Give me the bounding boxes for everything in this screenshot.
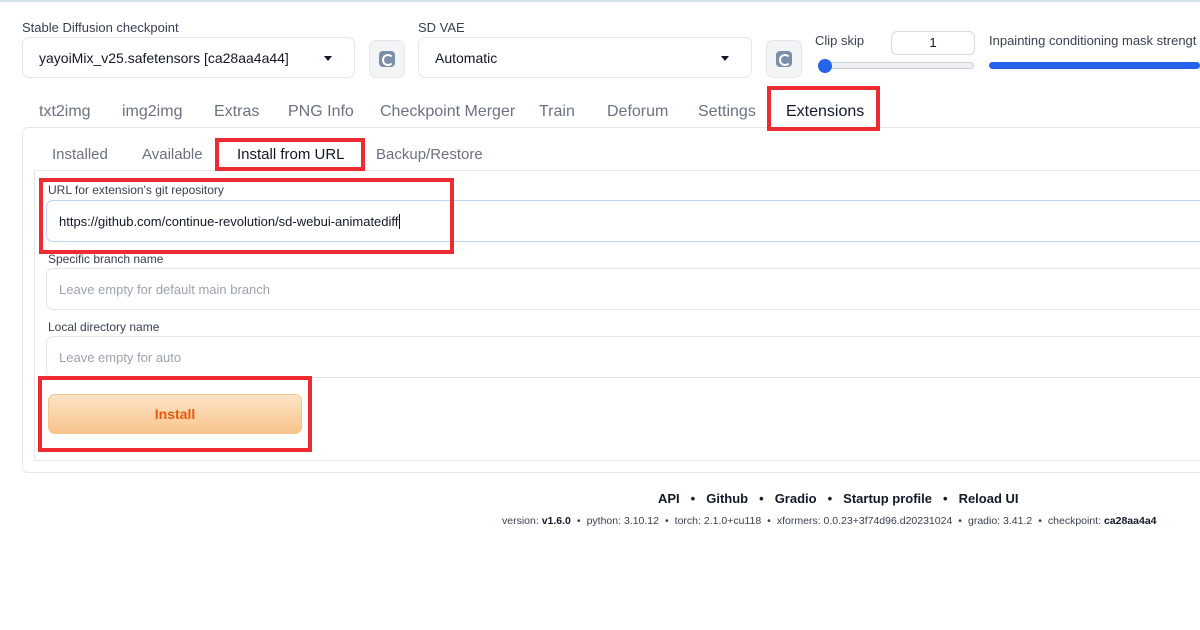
clip-skip-slider[interactable] bbox=[818, 62, 974, 69]
vae-label: SD VAE bbox=[418, 20, 465, 35]
python-version: python: 3.10.12 bbox=[586, 515, 659, 527]
vae-dropdown[interactable]: Automatic bbox=[418, 37, 752, 78]
branch-label: Specific branch name bbox=[48, 252, 164, 266]
dir-placeholder: Leave empty for auto bbox=[59, 350, 182, 365]
xformers-version: xformers: 0.0.23+3f74d96.d20231024 bbox=[776, 515, 953, 527]
footer-links: API • Github • Gradio • Startup profile • Reload… bbox=[658, 491, 1019, 506]
subtab-installed[interactable]: Installed bbox=[52, 146, 108, 163]
highlight-install-button bbox=[38, 376, 312, 452]
footer-link-startup-profile[interactable]: Startup profile bbox=[843, 491, 932, 506]
subtab-backup-restore[interactable]: Backup/Restore bbox=[376, 146, 483, 163]
vae-value: Automatic bbox=[435, 50, 498, 66]
branch-placeholder: Leave empty for default main branch bbox=[59, 282, 271, 297]
footer-link-api[interactable]: API bbox=[658, 491, 680, 506]
torch-version: torch: 2.1.0+cu118 bbox=[674, 515, 762, 527]
dir-label: Local directory name bbox=[48, 320, 160, 334]
subtab-available[interactable]: Available bbox=[142, 146, 203, 163]
tab-settings[interactable]: Settings bbox=[698, 103, 756, 121]
inpaint-mask-slider[interactable] bbox=[989, 62, 1200, 69]
version-value: v1.6.0 bbox=[541, 515, 571, 527]
tab-train[interactable]: Train bbox=[539, 103, 575, 121]
chevron-down-icon bbox=[324, 56, 332, 61]
checkpoint-hash: ca28aa4a4 bbox=[1103, 515, 1157, 527]
highlight-install-from-url bbox=[215, 138, 365, 171]
footer-version-info: version: v1.6.0 • python: 3.10.12 • torch: 2… bbox=[502, 515, 1157, 527]
checkpoint-value: yayoiMix_v25.safetensors [ca28aa4a44] bbox=[39, 50, 289, 66]
branch-input[interactable]: Leave empty for default main branch bbox=[46, 268, 1200, 310]
tab-deforum[interactable]: Deforum bbox=[607, 103, 668, 121]
tab-png-info[interactable]: PNG Info bbox=[288, 103, 354, 121]
footer-link-github[interactable]: Github bbox=[706, 491, 748, 506]
tab-extras[interactable]: Extras bbox=[214, 103, 259, 121]
gradio-version: gradio: 3.41.2 bbox=[967, 515, 1033, 527]
chevron-down-icon bbox=[721, 56, 729, 61]
clip-skip-input[interactable]: 1 bbox=[891, 31, 975, 55]
inpaint-mask-label: Inpainting conditioning mask strengt bbox=[989, 33, 1197, 48]
tab-checkpoint-merger[interactable]: Checkpoint Merger bbox=[380, 103, 515, 121]
checkpoint-dropdown[interactable]: yayoiMix_v25.safetensors [ca28aa4a44] bbox=[22, 37, 355, 78]
refresh-icon bbox=[776, 51, 792, 67]
highlight-extensions-tab bbox=[767, 86, 880, 131]
dir-input[interactable]: Leave empty for auto bbox=[46, 336, 1200, 378]
refresh-vae-button[interactable] bbox=[766, 40, 802, 78]
footer-link-gradio[interactable]: Gradio bbox=[775, 491, 817, 506]
clip-skip-label: Clip skip bbox=[815, 33, 865, 48]
footer-link-reload-ui[interactable]: Reload UI bbox=[959, 491, 1019, 506]
refresh-checkpoint-button[interactable] bbox=[369, 40, 405, 78]
checkpoint-hash-label: checkpoint: bbox=[1047, 515, 1102, 527]
tab-img2img[interactable]: img2img bbox=[122, 103, 182, 121]
checkpoint-label: Stable Diffusion checkpoint bbox=[22, 20, 179, 35]
tab-txt2img[interactable]: txt2img bbox=[39, 103, 91, 121]
version-label: version: bbox=[502, 515, 539, 527]
refresh-icon bbox=[379, 51, 395, 67]
top-border bbox=[0, 0, 1200, 2]
clip-skip-slider-thumb[interactable] bbox=[818, 59, 832, 73]
highlight-url-field bbox=[39, 178, 454, 254]
